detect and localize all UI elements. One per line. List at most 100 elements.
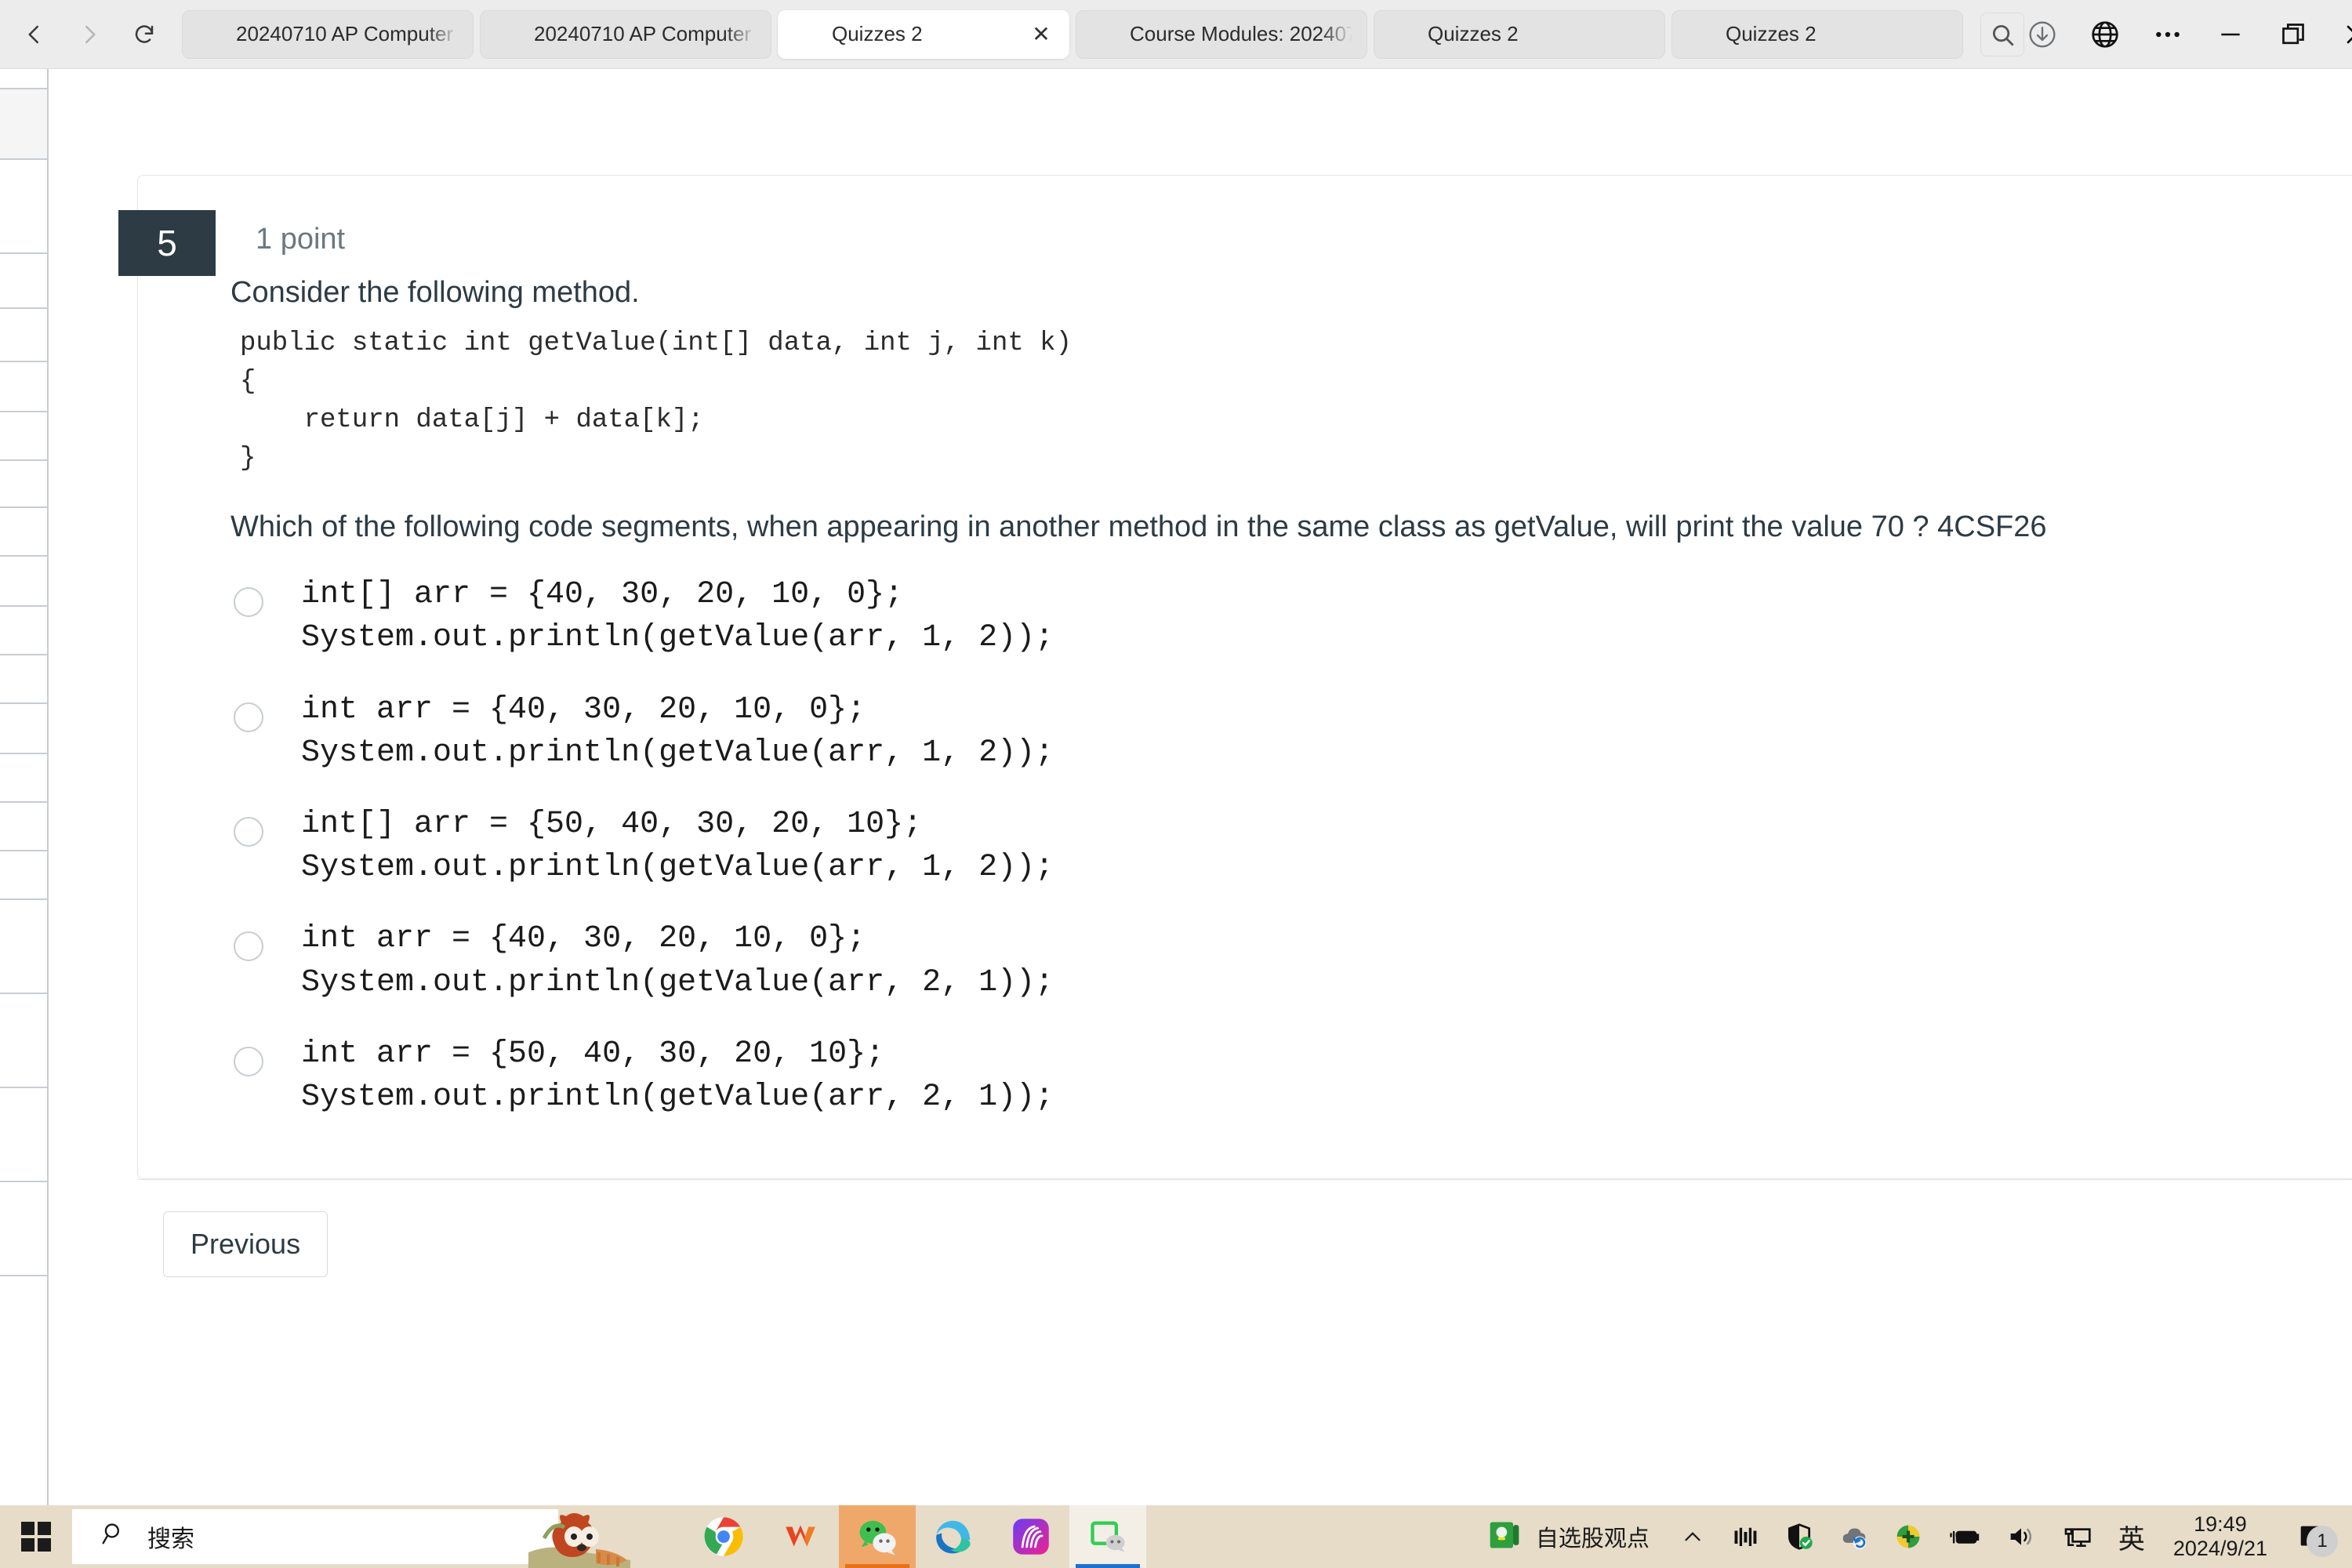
- answer-option-1[interactable]: int[] arr = {40, 30, 20, 10, 0}; System.…: [230, 573, 2305, 659]
- windows-taskbar: 搜索 自选股观点 英 19:49 2024/9/21 1: [0, 1505, 2352, 1568]
- list-item[interactable]: [0, 754, 47, 803]
- notification-count-badge: 1: [2307, 1526, 2338, 1557]
- list-item[interactable]: [0, 1182, 47, 1276]
- onedrive-sync-icon[interactable]: [1827, 1505, 1882, 1568]
- radio-button[interactable]: [234, 816, 263, 847]
- stock-widget-label: 自选股观点: [1535, 1526, 1650, 1552]
- more-options-icon[interactable]: [2150, 16, 2186, 53]
- answer-option-3[interactable]: int[] arr = {50, 40, 30, 20, 10}; System…: [230, 803, 2305, 889]
- radio-button[interactable]: [234, 587, 263, 618]
- browser-tab-strip: 20240710 AP Computer S ✕ 20240710 AP Com…: [0, 0, 2352, 69]
- volume-icon[interactable]: [1993, 1505, 2049, 1568]
- edge-icon[interactable]: [916, 1505, 993, 1568]
- previous-button[interactable]: Previous: [163, 1211, 328, 1277]
- list-item[interactable]: [0, 309, 47, 362]
- list-item[interactable]: [0, 607, 47, 655]
- question-navigator-rail[interactable]: [0, 69, 49, 1505]
- back-arrow-icon[interactable]: [17, 17, 52, 52]
- list-item[interactable]: [0, 803, 47, 851]
- tab-title: Course Modules: 2024071: [1130, 22, 1352, 45]
- list-item[interactable]: [0, 1088, 47, 1182]
- list-item[interactable]: [0, 362, 47, 412]
- browser-tab-2[interactable]: 20240710 AP Computer S ✕: [480, 9, 771, 59]
- list-item[interactable]: [0, 461, 47, 508]
- update-icon[interactable]: [1882, 1505, 1935, 1568]
- close-button[interactable]: [2338, 16, 2352, 53]
- quiz-page: 5 1 point Consider the following method.…: [49, 69, 2352, 1505]
- list-item[interactable]: [0, 655, 47, 704]
- tab-title: Quizzes 2: [832, 22, 923, 45]
- red-panda-decoration: [521, 1505, 638, 1568]
- taskbar-search-input[interactable]: 搜索: [72, 1509, 558, 1564]
- close-icon[interactable]: ✕: [1028, 21, 1054, 48]
- tab-title: 20240710 AP Computer S: [236, 22, 459, 45]
- radio-button[interactable]: [234, 931, 263, 962]
- question-statement: Which of the following code segments, wh…: [230, 507, 2292, 547]
- rail-cell-top: [0, 69, 47, 89]
- chrome-icon[interactable]: [685, 1505, 762, 1568]
- answer-option-4[interactable]: int arr = {40, 30, 20, 10, 0}; System.ou…: [230, 917, 2305, 1004]
- browser-tab-6[interactable]: Quizzes 2 ✕: [1671, 9, 1963, 59]
- forward-arrow-icon[interactable]: [72, 17, 107, 52]
- list-item[interactable]: [0, 851, 47, 900]
- notification-center-button[interactable]: 1: [2283, 1505, 2344, 1568]
- network-icon[interactable]: [2049, 1505, 2106, 1568]
- windows-start-icon[interactable]: [0, 1505, 72, 1568]
- wechat-work-icon[interactable]: [1069, 1505, 1146, 1568]
- restore-button[interactable]: [2275, 16, 2311, 53]
- stock-widget[interactable]: 自选股观点: [1470, 1518, 1667, 1556]
- answer-option-2[interactable]: int arr = {40, 30, 20, 10, 0}; System.ou…: [230, 688, 2305, 775]
- question-card: 5 1 point Consider the following method.…: [118, 175, 2352, 1180]
- answer-code: int arr = {50, 40, 30, 20, 10}; System.o…: [301, 1036, 1054, 1115]
- list-item[interactable]: [0, 412, 47, 461]
- monitor-stats-icon[interactable]: [1719, 1505, 1772, 1568]
- question-number-badge: 5: [118, 210, 216, 276]
- browser-tab-1[interactable]: 20240710 AP Computer S ✕: [182, 9, 474, 59]
- browser-tab-5[interactable]: Quizzes 2 ✕: [1374, 9, 1665, 59]
- list-item[interactable]: [0, 704, 47, 754]
- tab-list: 20240710 AP Computer S ✕ 20240710 AP Com…: [182, 9, 2024, 59]
- radio-button[interactable]: [234, 1046, 263, 1076]
- minimize-button[interactable]: [2212, 16, 2249, 53]
- list-item[interactable]: [0, 508, 47, 557]
- globe-icon[interactable]: [2087, 16, 2123, 53]
- question-header: 5 1 point: [118, 176, 2352, 276]
- list-item[interactable]: [0, 160, 47, 254]
- answer-code: int[] arr = {40, 30, 20, 10, 0}; System.…: [301, 577, 1054, 656]
- tab-search-icon[interactable]: [1980, 12, 2024, 56]
- browser-tab-4[interactable]: Course Modules: 2024071 ✕: [1076, 9, 1367, 59]
- tradingview-icon[interactable]: [993, 1505, 1069, 1568]
- ime-indicator[interactable]: 英: [2106, 1505, 2158, 1568]
- tab-title: 20240710 AP Computer S: [534, 22, 757, 45]
- list-item[interactable]: [0, 254, 47, 309]
- chevron-up-icon[interactable]: [1667, 1505, 1719, 1568]
- list-item[interactable]: [0, 557, 47, 607]
- question-body: Consider the following method. public st…: [138, 274, 2352, 1119]
- radio-button[interactable]: [234, 702, 263, 732]
- system-tray: 自选股观点 英 19:49 2024/9/21 1: [1470, 1505, 2352, 1568]
- answer-code: int arr = {40, 30, 20, 10, 0}; System.ou…: [301, 921, 1054, 1000]
- browser-nav-buttons: [0, 17, 162, 52]
- answer-option-5[interactable]: int arr = {50, 40, 30, 20, 10}; System.o…: [230, 1033, 2305, 1119]
- list-item[interactable]: [0, 89, 47, 160]
- taskbar-clock[interactable]: 19:49 2024/9/21: [2158, 1512, 2283, 1561]
- list-item[interactable]: [0, 994, 47, 1088]
- canvas-icon: [1091, 21, 1117, 48]
- battery-charging-icon[interactable]: [1935, 1505, 1993, 1568]
- tab-title: Quizzes 2: [1428, 22, 1519, 45]
- wechat-icon[interactable]: [839, 1505, 916, 1568]
- list-item[interactable]: [0, 900, 47, 994]
- canvas-icon: [495, 21, 521, 48]
- reload-icon[interactable]: [127, 17, 162, 52]
- canvas-icon: [1388, 21, 1415, 48]
- tab-title: Quizzes 2: [1726, 22, 1817, 45]
- answer-options: int[] arr = {40, 30, 20, 10, 0}; System.…: [230, 573, 2305, 1119]
- app-active-indicator: [845, 1564, 909, 1568]
- answer-code: int arr = {40, 30, 20, 10, 0}; System.ou…: [301, 691, 1054, 771]
- app-active-indicator: [1076, 1564, 1140, 1568]
- downloads-icon[interactable]: [2024, 16, 2060, 53]
- wps-office-icon[interactable]: [762, 1505, 839, 1568]
- security-shield-icon[interactable]: [1772, 1505, 1827, 1568]
- browser-tab-3-active[interactable]: Quizzes 2 ✕: [778, 9, 1069, 59]
- answer-code: int[] arr = {50, 40, 30, 20, 10}; System…: [301, 806, 1054, 886]
